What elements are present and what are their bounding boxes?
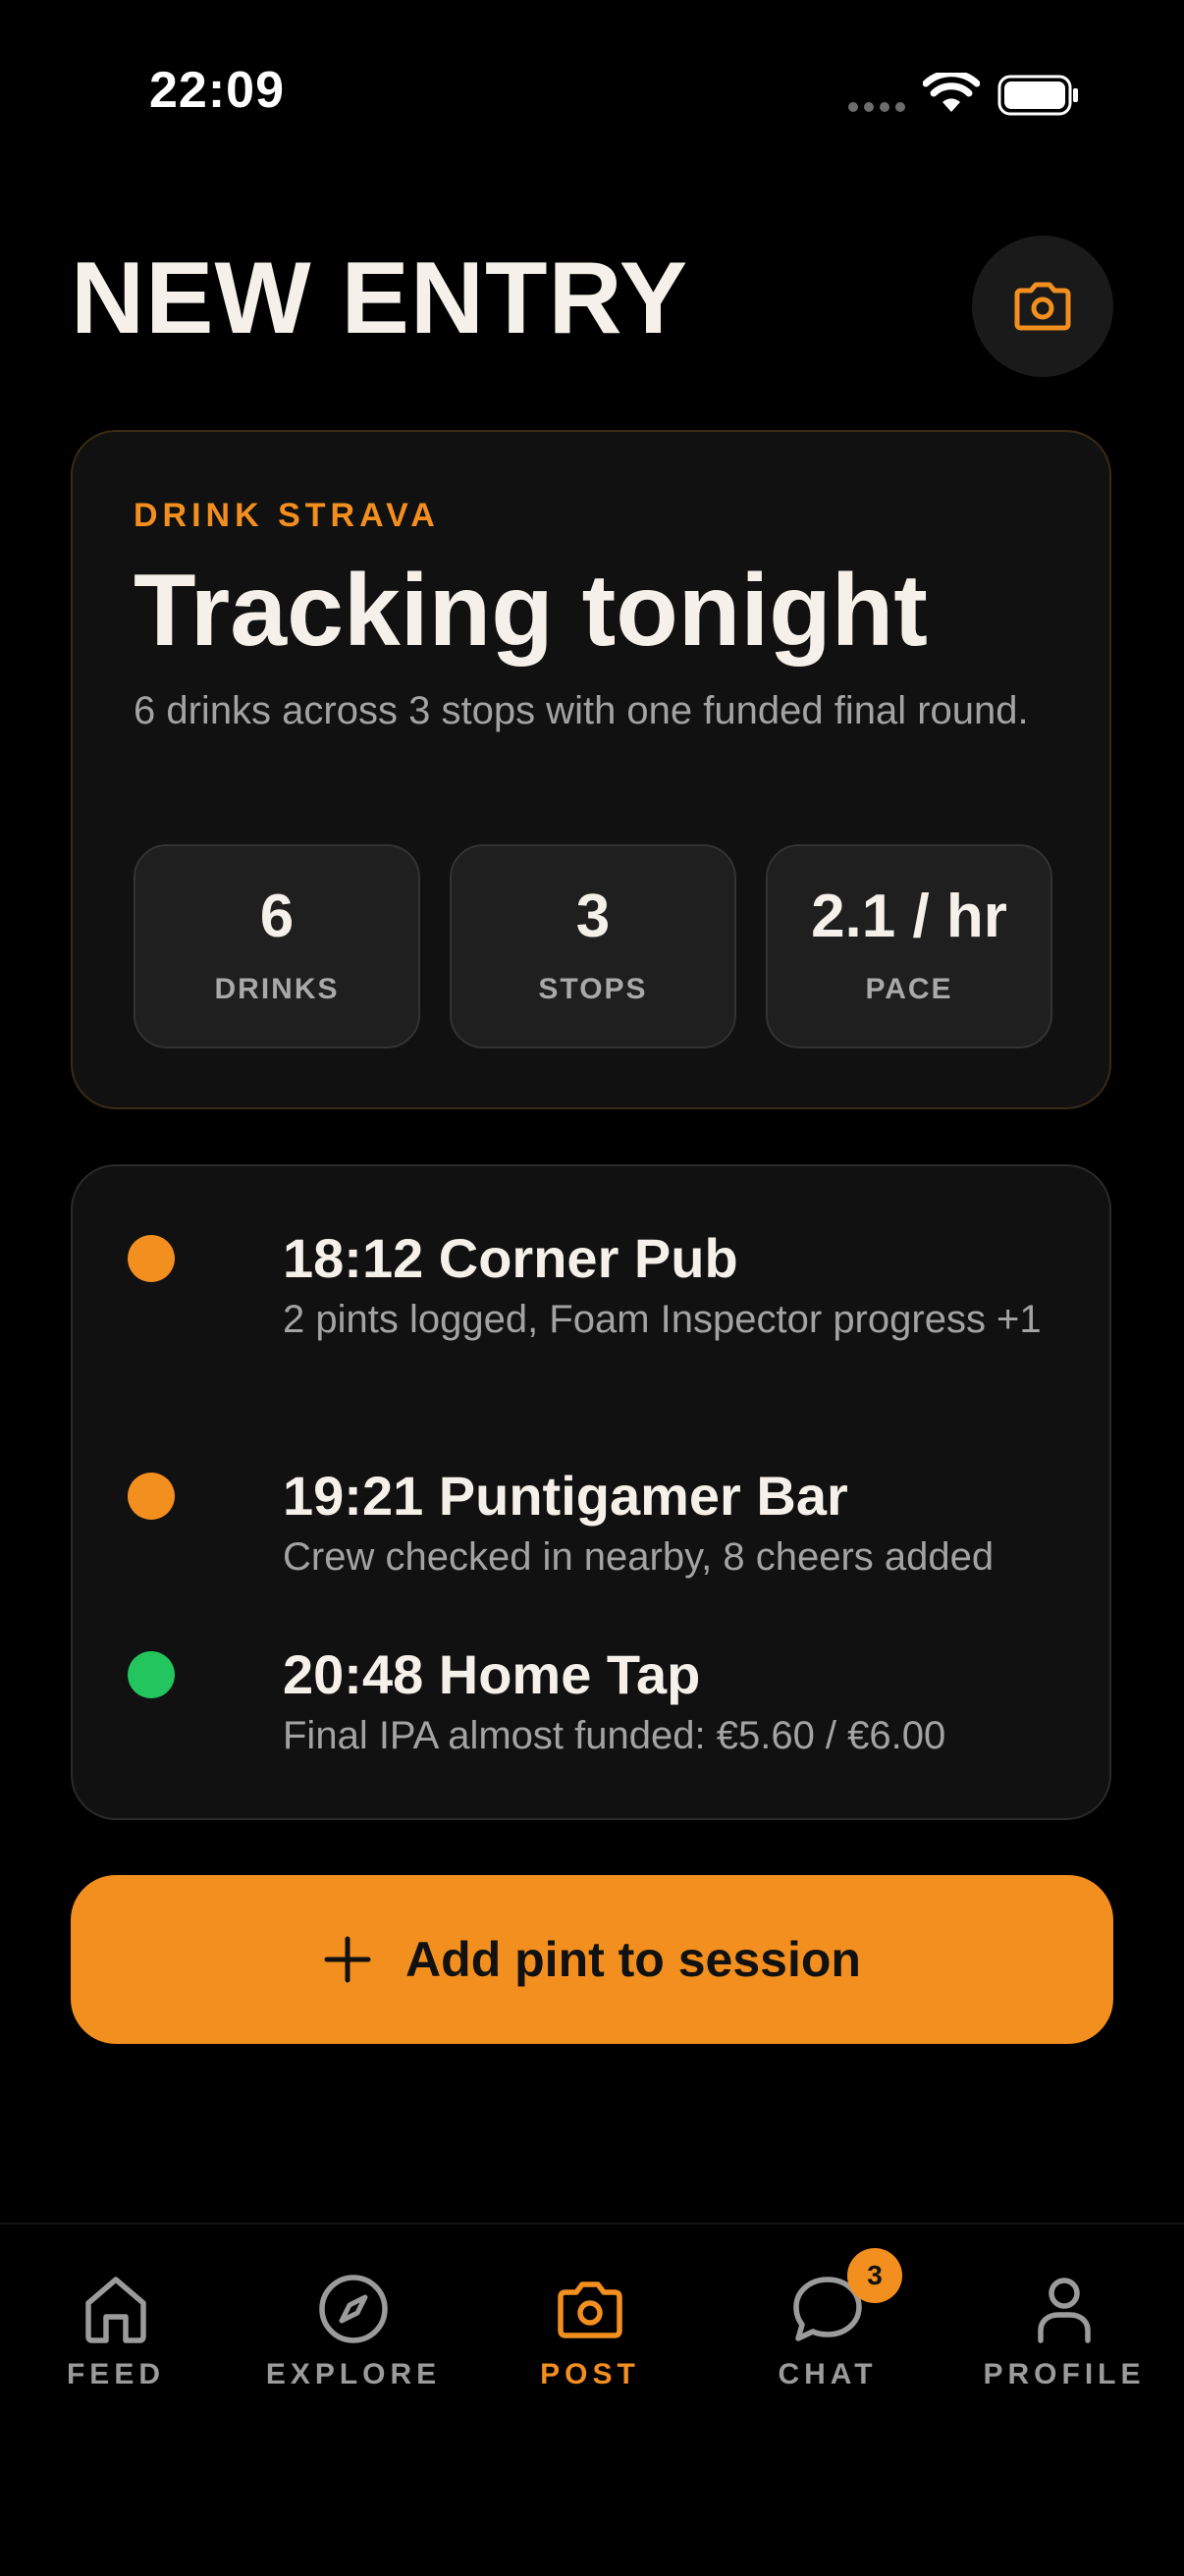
timeline-title: 19:21 Puntigamer Bar — [283, 1465, 848, 1527]
stat-label: STOPS — [538, 973, 648, 1005]
timeline-title: 18:12 Corner Pub — [283, 1227, 738, 1289]
person-icon — [1038, 2278, 1091, 2343]
chat-icon-wrap: 3 — [790, 2248, 902, 2346]
timeline-description: Final IPA almost funded: €5.60 / €6.00 — [283, 1714, 946, 1757]
stat-value: 3 — [575, 883, 611, 950]
tab-label: POST — [540, 2358, 640, 2390]
tab-bar: FEED EXPLORE POST 3 CHAT PROFILE — [0, 2223, 1184, 2576]
stat-stops: 3 STOPS — [450, 844, 736, 1048]
wifi-icon — [923, 73, 980, 112]
tab-feed[interactable]: FEED — [0, 2272, 234, 2391]
chat-badge: 3 — [847, 2248, 902, 2303]
signal-dots-icon — [848, 102, 905, 112]
stat-label: DRINKS — [214, 973, 340, 1005]
status-dot-icon — [128, 1235, 175, 1282]
stats-row: 6 DRINKS 3 STOPS 2.1 / hr PACE — [134, 844, 1052, 1048]
battery-icon — [997, 75, 1078, 116]
plus-icon — [324, 1936, 371, 1983]
card-eyebrow: DRINK STRAVA — [134, 497, 440, 534]
tab-label: FEED — [66, 2358, 165, 2390]
status-time: 22:09 — [149, 62, 285, 119]
stat-pace: 2.1 / hr PACE — [766, 844, 1052, 1048]
tab-explore[interactable]: EXPLORE — [236, 2272, 471, 2391]
tab-label: CHAT — [778, 2358, 878, 2390]
session-summary-card: DRINK STRAVA Tracking tonight 6 drinks a… — [71, 430, 1111, 1109]
status-dot-icon — [128, 1651, 175, 1698]
page-title: NEW ENTRY — [71, 242, 689, 355]
card-subtitle: 6 drinks across 3 stops with one funded … — [134, 689, 1029, 732]
tab-label: PROFILE — [983, 2358, 1146, 2390]
camera-icon — [558, 2281, 622, 2338]
add-button-label: Add pint to session — [405, 1932, 861, 1987]
home-icon — [85, 2277, 146, 2343]
stat-value: 6 — [259, 883, 295, 950]
status-bar: 22:09 — [0, 0, 1184, 187]
tab-label: EXPLORE — [265, 2358, 442, 2390]
camera-button[interactable] — [972, 236, 1113, 377]
timeline-title: 20:48 Home Tap — [283, 1643, 701, 1705]
status-dot-icon — [128, 1473, 175, 1520]
timeline-description: 2 pints logged, Foam Inspector progress … — [283, 1298, 1042, 1341]
stat-label: PACE — [865, 973, 953, 1005]
session-timeline-card: 18:12 Corner Pub 2 pints logged, Foam In… — [71, 1164, 1111, 1820]
camera-icon — [1014, 282, 1071, 331]
tab-chat[interactable]: 3 CHAT — [710, 2248, 945, 2391]
stat-value: 2.1 / hr — [811, 883, 1007, 950]
stat-drinks: 6 DRINKS — [134, 844, 420, 1048]
tab-profile[interactable]: PROFILE — [946, 2272, 1182, 2391]
timeline-description: Crew checked in nearby, 8 cheers added — [283, 1535, 995, 1579]
add-pint-button[interactable]: Add pint to session — [71, 1875, 1113, 2044]
card-headline: Tracking tonight — [134, 554, 928, 668]
tab-post[interactable]: POST — [472, 2272, 708, 2391]
compass-icon — [319, 2275, 388, 2343]
